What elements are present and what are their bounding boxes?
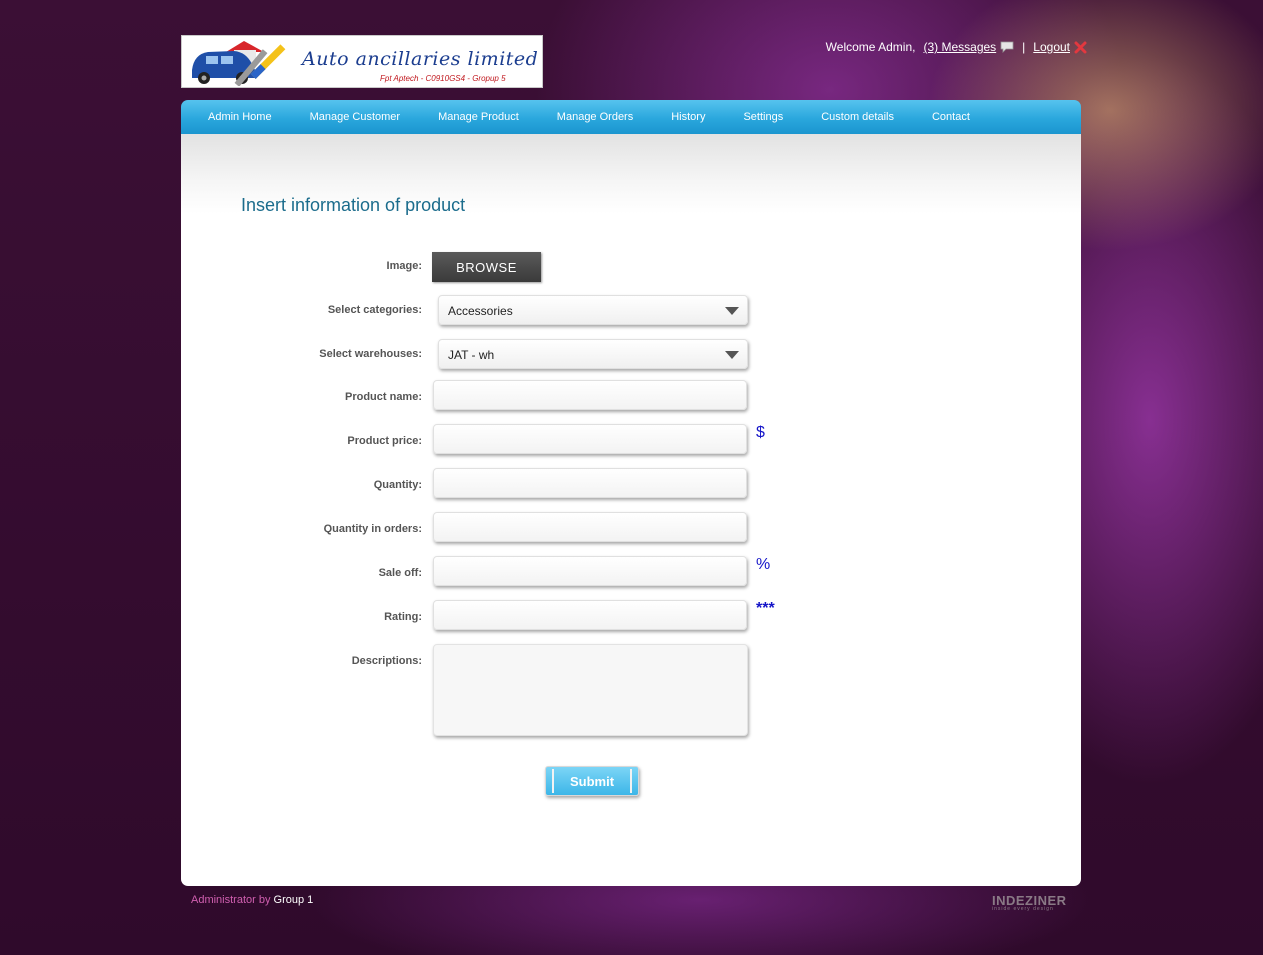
nav-history[interactable]: History bbox=[652, 111, 724, 123]
product-name-row: Product name: bbox=[181, 380, 1081, 412]
warehouses-label: Select warehouses: bbox=[319, 348, 422, 360]
sale-percent-suffix: % bbox=[756, 556, 771, 573]
brand-name: Auto ancillaries limited bbox=[302, 48, 539, 70]
user-bar: Welcome Admin, (3) Messages | Logout bbox=[826, 40, 1087, 54]
price-currency-suffix: $ bbox=[756, 424, 765, 441]
brand-tagline: Fpt Aptech - C0910GS4 - Gropup 5 bbox=[380, 74, 506, 83]
sale-off-row: Sale off: % bbox=[181, 556, 1081, 588]
separator: | bbox=[1022, 40, 1026, 54]
site-logo[interactable]: Auto ancillaries limited Fpt Aptech - C0… bbox=[181, 35, 543, 88]
rating-required-suffix: *** bbox=[756, 600, 775, 617]
categories-label: Select categories: bbox=[327, 304, 422, 316]
submit-button[interactable]: Submit bbox=[545, 766, 639, 796]
rating-row: Rating: *** bbox=[181, 600, 1081, 632]
chevron-down-icon bbox=[725, 307, 739, 315]
image-label: Image: bbox=[386, 260, 422, 272]
nav-admin-home[interactable]: Admin Home bbox=[181, 111, 291, 123]
chevron-down-icon bbox=[725, 351, 739, 359]
content-panel: Insert information of product Image: BRO… bbox=[181, 134, 1081, 886]
categories-value: Accessories bbox=[448, 304, 513, 318]
page-title: Insert information of product bbox=[241, 195, 466, 215]
categories-row: Select categories: Accessories bbox=[181, 295, 1081, 327]
quantity-input[interactable] bbox=[433, 468, 747, 498]
warehouses-select[interactable]: JAT - wh bbox=[438, 339, 748, 369]
quantity-in-orders-input[interactable] bbox=[433, 512, 747, 542]
messages-link[interactable]: (3) Messages bbox=[923, 40, 996, 54]
nav-manage-product[interactable]: Manage Product bbox=[419, 111, 538, 123]
car-tools-logo-icon bbox=[192, 41, 286, 86]
descriptions-label: Descriptions: bbox=[351, 655, 422, 667]
nav-settings[interactable]: Settings bbox=[724, 111, 802, 123]
welcome-text: Welcome Admin, bbox=[825, 40, 916, 54]
descriptions-row: Descriptions: bbox=[181, 644, 1081, 738]
product-name-label: Product name: bbox=[344, 391, 422, 403]
logout-link[interactable]: Logout bbox=[1033, 40, 1070, 54]
designer-logo[interactable]: INDEZINER inside every design bbox=[992, 893, 1067, 912]
nav-manage-orders[interactable]: Manage Orders bbox=[538, 111, 652, 123]
main-nav: Admin Home Manage Customer Manage Produc… bbox=[181, 100, 1081, 134]
footer-admin-text: Administrator by bbox=[191, 894, 271, 906]
nav-contact[interactable]: Contact bbox=[913, 111, 989, 123]
product-price-input[interactable] bbox=[433, 424, 747, 454]
rating-label: Rating: bbox=[384, 611, 422, 623]
product-price-label: Product price: bbox=[347, 435, 422, 447]
sale-off-input[interactable] bbox=[433, 556, 747, 586]
nav-manage-customer[interactable]: Manage Customer bbox=[291, 111, 420, 123]
browse-button[interactable]: BROWSE bbox=[432, 252, 541, 282]
footer-credit: Administrator by Group 1 bbox=[191, 894, 313, 906]
warehouses-value: JAT - wh bbox=[448, 348, 495, 362]
product-price-row: Product price: $ bbox=[181, 424, 1081, 456]
footer-group-link[interactable]: Group 1 bbox=[274, 894, 314, 906]
quantity-in-orders-label: Quantity in orders: bbox=[323, 523, 422, 535]
rating-input[interactable] bbox=[433, 600, 747, 630]
product-name-input[interactable] bbox=[433, 380, 747, 410]
warehouses-row: Select warehouses: JAT - wh bbox=[181, 339, 1081, 371]
categories-select[interactable]: Accessories bbox=[438, 295, 748, 325]
quantity-label: Quantity: bbox=[373, 479, 422, 491]
quantity-in-orders-row: Quantity in orders: bbox=[181, 512, 1081, 544]
descriptions-textarea[interactable] bbox=[433, 644, 748, 736]
nav-custom-details[interactable]: Custom details bbox=[802, 111, 913, 123]
speech-bubble-icon[interactable] bbox=[1000, 41, 1014, 53]
quantity-row: Quantity: bbox=[181, 468, 1081, 500]
close-icon[interactable] bbox=[1074, 41, 1087, 54]
image-row: Image: BROWSE bbox=[181, 252, 1081, 284]
sale-off-label: Sale off: bbox=[378, 567, 422, 579]
